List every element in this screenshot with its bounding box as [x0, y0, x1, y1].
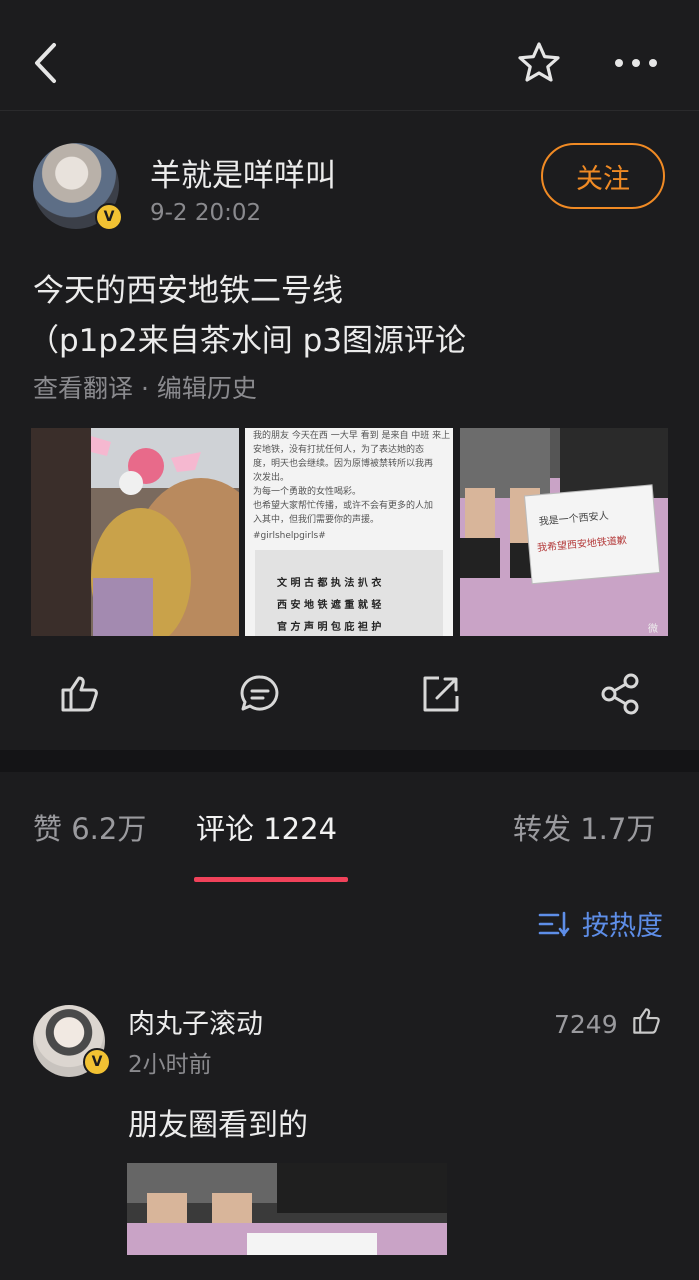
watermark: 微: [648, 622, 658, 635]
share-button[interactable]: [599, 672, 643, 716]
favorite-button[interactable]: [514, 38, 564, 88]
image2-sign-row: 文 明 古 都 执 法 扒 衣: [277, 576, 381, 589]
commenter-verified-badge: V: [83, 1048, 111, 1076]
repost-button[interactable]: [419, 672, 463, 716]
image2-text-line: 我的朋友 今天在西 一大早 看到 是来自 中班 来上 的: [253, 429, 453, 441]
translate-history-links[interactable]: 查看翻译 · 编辑历史: [33, 369, 257, 405]
post-image-2[interactable]: 我的朋友 今天在西 一大早 看到 是来自 中班 来上 的 安地铁，没有打扰任何人…: [245, 428, 453, 636]
back-button[interactable]: [22, 38, 68, 88]
sort-icon: [538, 911, 570, 936]
image2-text-line: 为每一个勇敢的女性喝彩。: [253, 485, 361, 497]
share-icon: [601, 673, 639, 715]
follow-button[interactable]: 关注: [541, 143, 665, 209]
verified-badge: V: [95, 203, 123, 231]
post-image-3[interactable]: 我是一个西安人 我希望西安地铁道歉 微: [460, 428, 668, 636]
post-text-line-1: 今天的西安地铁二号线: [33, 273, 343, 309]
more-icon: [615, 59, 657, 67]
tab-reposts[interactable]: 转发 1.7万: [513, 806, 655, 848]
comment-like-button[interactable]: 7249: [554, 1005, 662, 1039]
sort-button[interactable]: 按热度: [538, 904, 663, 943]
image2-text-line: 次发出。: [253, 471, 289, 483]
image2-text-line: 入其中，但我们需要你的声援。: [253, 513, 379, 525]
thumbs-up-icon: [632, 1008, 660, 1034]
image2-text-line: 也希望大家帮忙传播，或许不会有更多的人加: [253, 499, 433, 511]
image2-text-line: 安地铁，没有打扰任何人，为了表达她的态: [253, 443, 424, 455]
image2-sign-row: 官 方 声 明 包 庇 袒 护: [277, 620, 381, 633]
thumbs-up-icon: [61, 676, 98, 712]
image2-text-line: #girlshelpgirls#: [253, 531, 326, 541]
comment-text: 朋友圈看到的: [128, 1108, 308, 1143]
top-bar: [0, 0, 699, 111]
chevron-left-icon: [35, 43, 56, 83]
comment-image[interactable]: [127, 1163, 447, 1255]
comment-button[interactable]: [238, 672, 282, 716]
post-time: 9-2 20:02: [150, 200, 262, 226]
post-image-1[interactable]: [31, 428, 239, 636]
more-button[interactable]: [608, 45, 664, 81]
author-name[interactable]: 羊就是咩咩叫: [150, 150, 336, 195]
repost-icon: [423, 676, 459, 712]
section-divider: [0, 750, 699, 772]
tab-comments[interactable]: 评论 1224: [196, 806, 337, 848]
author-avatar[interactable]: V: [33, 143, 123, 231]
commenter-name[interactable]: 肉丸子滚动: [128, 1002, 263, 1041]
comment-time: 2小时前: [128, 1052, 212, 1078]
post-text-line-2: （p1p2来自茶水间 p3图源评论: [28, 323, 467, 359]
star-icon: [518, 42, 560, 82]
image2-text-line: 度，明天也会继续。因为原博被禁转所以我再: [253, 457, 433, 469]
comment-like-count: 7249: [554, 1010, 618, 1039]
image2-sign-row: 西 安 地 铁 遮 重 就 轻: [277, 598, 381, 611]
active-tab-indicator: [194, 877, 348, 882]
tab-likes[interactable]: 赞 6.2万: [33, 806, 146, 848]
like-button[interactable]: [57, 672, 101, 716]
sort-label: 按热度: [582, 911, 663, 942]
comment-icon: [240, 675, 279, 711]
